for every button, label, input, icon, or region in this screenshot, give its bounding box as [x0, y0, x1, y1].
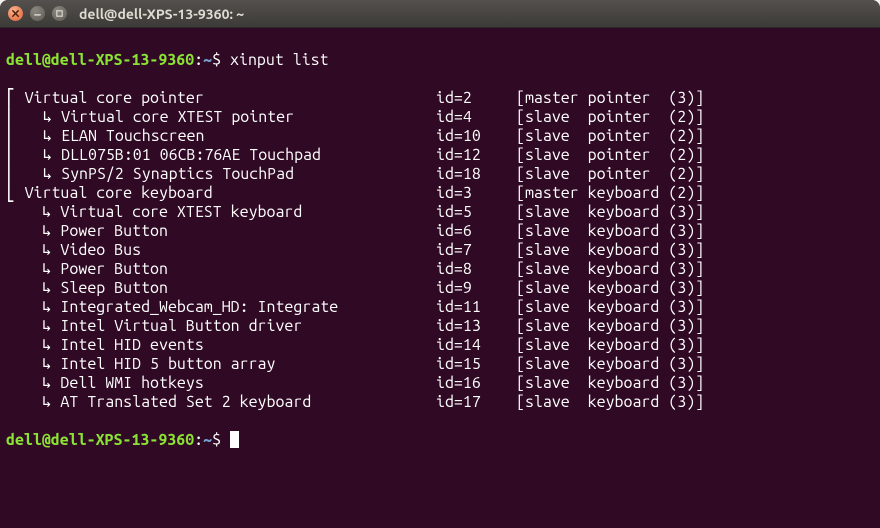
- device-name: ⎜ ↳ SynPS/2 Synaptics TouchPad: [6, 165, 436, 184]
- device-info: [slave keyboard (3)]: [516, 241, 704, 260]
- output-line: ↳ Video Busid=7[slave keyboard (3)]: [6, 241, 874, 260]
- minimize-icon[interactable]: [30, 6, 45, 21]
- terminal-window: dell@dell-XPS-13-9360: ~ dell@dell-XPS-1…: [0, 0, 880, 528]
- cursor-icon: [230, 431, 239, 448]
- device-name: ↳ AT Translated Set 2 keyboard: [6, 393, 436, 412]
- device-id: id=14: [436, 336, 516, 355]
- titlebar[interactable]: dell@dell-XPS-13-9360: ~: [0, 0, 880, 28]
- prompt-sep1: :: [194, 431, 203, 449]
- device-name: ⎜ ↳ ELAN Touchscreen: [6, 127, 436, 146]
- device-name: ↳ Dell WMI hotkeys: [6, 374, 436, 393]
- device-id: id=10: [436, 127, 516, 146]
- device-info: [master keyboard (2)]: [516, 184, 704, 203]
- device-name: ↳ Integrated_Webcam_HD: Integrate: [6, 298, 436, 317]
- device-name: ↳ Sleep Button: [6, 279, 436, 298]
- output-line: ↳ Intel HID eventsid=14[slave keyboard (…: [6, 336, 874, 355]
- device-info: [slave keyboard (3)]: [516, 374, 704, 393]
- device-info: [slave keyboard (3)]: [516, 317, 704, 336]
- output-line: ⎜ ↳ SynPS/2 Synaptics TouchPadid=18[slav…: [6, 165, 874, 184]
- prompt-user-host: dell@dell-XPS-13-9360: [6, 431, 194, 449]
- prompt-path: ~: [203, 51, 212, 69]
- device-name: ⎣ Virtual core keyboard: [6, 184, 436, 203]
- output-listing: ⎡ Virtual core pointerid=2[master pointe…: [6, 89, 874, 412]
- device-info: [slave keyboard (3)]: [516, 279, 704, 298]
- device-id: id=16: [436, 374, 516, 393]
- output-line: ↳ Virtual core XTEST keyboardid=5[slave …: [6, 203, 874, 222]
- device-name: ↳ Virtual core XTEST keyboard: [6, 203, 436, 222]
- device-info: [slave keyboard (3)]: [516, 393, 704, 412]
- output-line: ⎜ ↳ DLL075B:01 06CB:76AE Touchpadid=12[s…: [6, 146, 874, 165]
- device-info: [slave keyboard (3)]: [516, 222, 704, 241]
- device-id: id=5: [436, 203, 516, 222]
- output-line: ↳ Dell WMI hotkeysid=16[slave keyboard (…: [6, 374, 874, 393]
- device-info: [slave pointer (2)]: [516, 127, 704, 146]
- output-line: ⎣ Virtual core keyboardid=3[master keybo…: [6, 184, 874, 203]
- device-name: ↳ Power Button: [6, 260, 436, 279]
- device-name: ↳ Power Button: [6, 222, 436, 241]
- device-id: id=3: [436, 184, 516, 203]
- output-line: ↳ Power Buttonid=8[slave keyboard (3)]: [6, 260, 874, 279]
- terminal-body[interactable]: dell@dell-XPS-13-9360:~$ xinput list ⎡ V…: [0, 28, 880, 528]
- output-line: ⎡ Virtual core pointerid=2[master pointe…: [6, 89, 874, 108]
- device-name: ↳ Intel HID 5 button array: [6, 355, 436, 374]
- device-id: id=12: [436, 146, 516, 165]
- prompt-line: dell@dell-XPS-13-9360:~$ xinput list: [6, 51, 874, 70]
- prompt-sep2: $: [212, 51, 230, 69]
- prompt-user-host: dell@dell-XPS-13-9360: [6, 51, 194, 69]
- device-name: ⎜ ↳ DLL075B:01 06CB:76AE Touchpad: [6, 146, 436, 165]
- device-info: [slave pointer (2)]: [516, 165, 704, 184]
- prompt-line: dell@dell-XPS-13-9360:~$: [6, 431, 874, 450]
- close-icon[interactable]: [8, 6, 23, 21]
- device-id: id=2: [436, 89, 516, 108]
- device-id: id=17: [436, 393, 516, 412]
- output-line: ↳ Intel Virtual Button driverid=13[slave…: [6, 317, 874, 336]
- output-line: ↳ Intel HID 5 button arrayid=15[slave ke…: [6, 355, 874, 374]
- device-name: ↳ Intel Virtual Button driver: [6, 317, 436, 336]
- device-info: [slave keyboard (3)]: [516, 336, 704, 355]
- command-text: xinput list: [230, 51, 329, 69]
- device-info: [slave keyboard (3)]: [516, 203, 704, 222]
- device-info: [slave keyboard (3)]: [516, 298, 704, 317]
- device-info: [slave keyboard (3)]: [516, 260, 704, 279]
- prompt-path: ~: [203, 431, 212, 449]
- window-title: dell@dell-XPS-13-9360: ~: [79, 6, 244, 22]
- device-id: id=4: [436, 108, 516, 127]
- device-id: id=9: [436, 279, 516, 298]
- output-line: ⎜ ↳ ELAN Touchscreenid=10[slave pointer …: [6, 127, 874, 146]
- device-name: ↳ Intel HID events: [6, 336, 436, 355]
- device-name: ↳ Video Bus: [6, 241, 436, 260]
- device-name: ⎡ Virtual core pointer: [6, 89, 436, 108]
- device-id: id=7: [436, 241, 516, 260]
- output-line: ↳ Integrated_Webcam_HD: Integrateid=11[s…: [6, 298, 874, 317]
- maximize-icon[interactable]: [52, 6, 67, 21]
- output-line: ↳ Power Buttonid=6[slave keyboard (3)]: [6, 222, 874, 241]
- window-buttons: [8, 6, 67, 21]
- output-line: ⎜ ↳ Virtual core XTEST pointerid=4[slave…: [6, 108, 874, 127]
- prompt-sep2: $: [212, 431, 230, 449]
- output-line: ↳ AT Translated Set 2 keyboardid=17[slav…: [6, 393, 874, 412]
- device-info: [slave pointer (2)]: [516, 108, 704, 127]
- device-id: id=13: [436, 317, 516, 336]
- device-id: id=18: [436, 165, 516, 184]
- device-id: id=8: [436, 260, 516, 279]
- device-info: [slave keyboard (3)]: [516, 355, 704, 374]
- device-id: id=6: [436, 222, 516, 241]
- output-line: ↳ Sleep Buttonid=9[slave keyboard (3)]: [6, 279, 874, 298]
- device-info: [slave pointer (2)]: [516, 146, 704, 165]
- device-id: id=15: [436, 355, 516, 374]
- device-id: id=11: [436, 298, 516, 317]
- prompt-sep1: :: [194, 51, 203, 69]
- device-info: [master pointer (3)]: [516, 89, 704, 108]
- device-name: ⎜ ↳ Virtual core XTEST pointer: [6, 108, 436, 127]
